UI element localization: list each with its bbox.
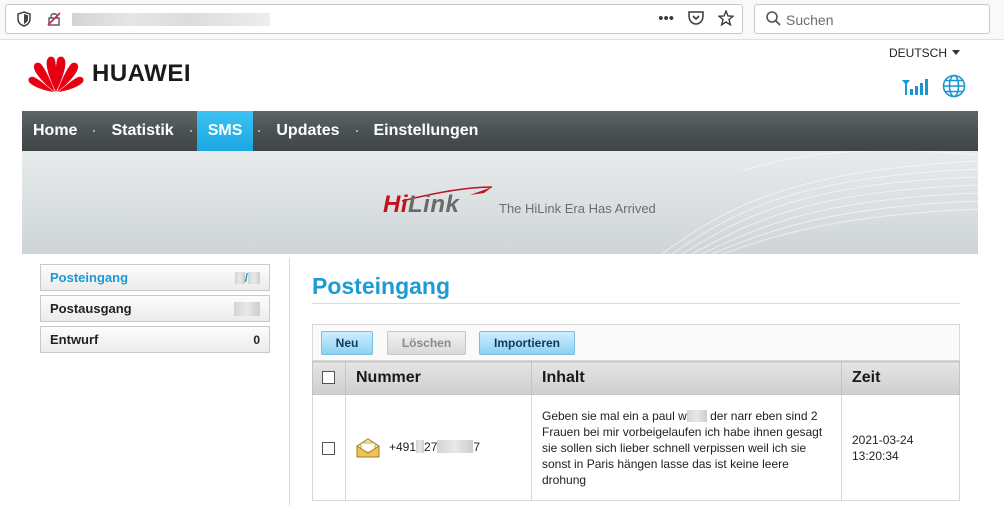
more-actions-icon[interactable]: ••• <box>658 10 674 30</box>
nav-item-sms[interactable]: SMS <box>196 111 254 151</box>
search-placeholder: Suchen <box>786 12 834 28</box>
import-button[interactable]: Importieren <box>479 331 575 355</box>
hilink-logo-hi: Hi <box>383 191 408 218</box>
time-cell: 2021-03-24 13:20:34 <box>841 394 960 501</box>
redacted-count <box>234 272 245 284</box>
tracking-blocked-icon[interactable] <box>46 11 62 27</box>
select-all-checkbox[interactable] <box>322 371 335 385</box>
signal-strength-icon <box>902 79 928 95</box>
nav-separator <box>355 130 358 132</box>
sidebar-item-count <box>234 296 260 322</box>
banner-tagline: The HiLink Era Has Arrived <box>499 201 656 216</box>
redacted-count <box>248 272 260 284</box>
pocket-icon[interactable] <box>688 10 704 30</box>
nav-item-home[interactable]: Home <box>22 111 88 151</box>
hilink-banner: HiLink The HiLink Era Has Arrived <box>22 151 978 254</box>
row-select-cell <box>312 394 346 501</box>
select-all-header <box>312 361 346 395</box>
language-selector[interactable]: DEUTSCH <box>889 46 960 60</box>
table-header-row: Nummer Inhalt Zeit <box>312 361 960 395</box>
hilink-logo: HiLink <box>383 191 459 219</box>
message-text-part: Geben sie mal ein a paul w <box>542 408 687 423</box>
phone-number-part: 27 <box>424 439 438 454</box>
sidebar-item-posteingang[interactable]: Posteingang / <box>40 264 270 291</box>
new-button[interactable]: Neu <box>321 331 373 355</box>
page-title: Posteingang <box>312 273 451 299</box>
sidebar-item-entwurf[interactable]: Entwurf 0 <box>40 326 270 353</box>
message-time: 13:20:34 <box>852 448 899 463</box>
sidebar-item-label: Posteingang <box>50 270 129 285</box>
nav-item-updates[interactable]: Updates <box>265 111 350 151</box>
nav-separator <box>189 130 192 132</box>
table-row[interactable]: +491 27 7 Geben sie mal ein a paul w der n… <box>312 394 960 501</box>
column-header-zeit[interactable]: Zeit <box>841 361 960 395</box>
redacted-digits <box>416 439 425 453</box>
sms-folder-sidebar: Posteingang / Postausgang Entwurf 0 <box>40 264 270 357</box>
delete-button[interactable]: Löschen <box>387 331 466 355</box>
huawei-logo: HUAWEI <box>28 54 191 94</box>
phone-number-part: 7 <box>473 439 481 454</box>
hilink-logo-link: Link <box>408 191 460 218</box>
search-icon <box>765 10 783 28</box>
row-checkbox[interactable] <box>322 441 335 455</box>
address-bar[interactable]: ••• <box>5 4 743 34</box>
globe-icon[interactable] <box>942 74 966 98</box>
huawei-flower-icon <box>28 56 84 92</box>
sms-toolbar: Neu Löschen Importieren <box>312 324 960 361</box>
sidebar-divider <box>289 258 290 505</box>
url-text-redacted <box>72 13 270 26</box>
brand-name: HUAWEI <box>92 60 191 87</box>
main-navigation: Home Statistik SMS Updates Einstellungen <box>22 111 978 151</box>
unread-envelope-icon <box>356 437 380 457</box>
sidebar-item-count: 0 <box>253 333 260 347</box>
number-cell: +491 27 7 <box>345 394 532 501</box>
sidebar-item-label: Entwurf <box>50 332 99 347</box>
title-divider <box>312 303 960 304</box>
phone-number-part: +491 <box>389 439 417 454</box>
bookmark-star-icon[interactable] <box>717 9 735 30</box>
shield-icon[interactable] <box>16 11 32 27</box>
content-cell: Geben sie mal ein a paul w der narr eben… <box>531 394 842 501</box>
messages-table: Nummer Inhalt Zeit +491 27 7 Geben sie mal… <box>312 361 960 501</box>
sidebar-item-postausgang[interactable]: Postausgang <box>40 295 270 322</box>
browser-toolbar: ••• Suchen <box>0 0 1004 40</box>
sidebar-item-label: Postausgang <box>50 301 132 316</box>
redacted-count <box>234 302 260 316</box>
redacted-word <box>686 409 707 422</box>
redacted-digits <box>437 439 474 453</box>
nav-item-statistik[interactable]: Statistik <box>100 111 184 151</box>
search-input[interactable]: Suchen <box>754 4 990 34</box>
nav-separator <box>93 130 96 132</box>
message-date: 2021-03-24 <box>852 432 914 447</box>
nav-item-einstellungen[interactable]: Einstellungen <box>363 111 490 151</box>
nav-separator <box>258 130 261 132</box>
column-header-inhalt[interactable]: Inhalt <box>531 361 842 395</box>
sidebar-item-count: / <box>234 265 260 291</box>
column-header-nummer[interactable]: Nummer <box>345 361 532 395</box>
